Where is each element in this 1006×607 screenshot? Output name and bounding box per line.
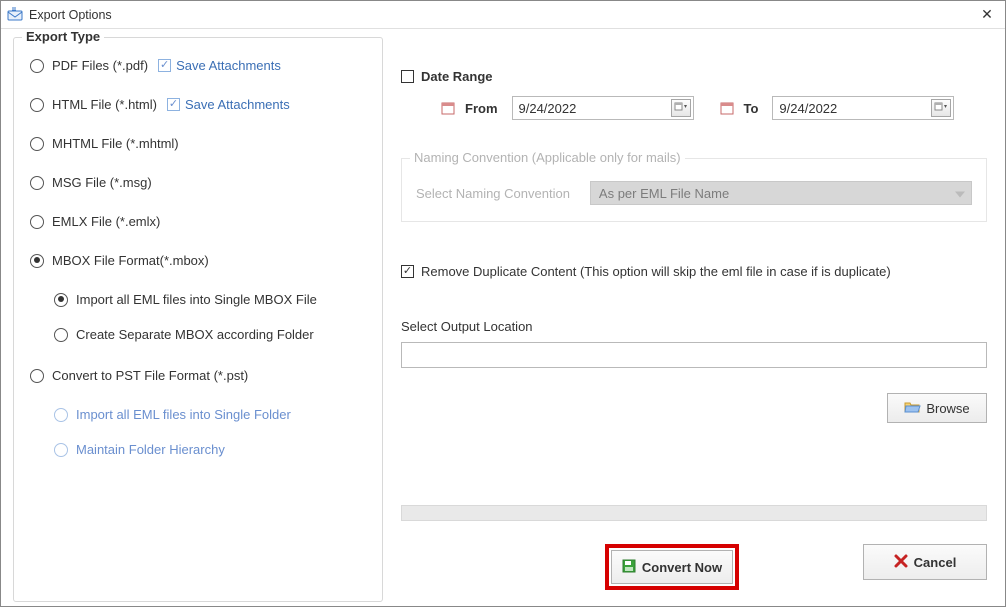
to-date-value: 9/24/2022 <box>779 101 837 116</box>
convert-label: Convert Now <box>642 560 722 575</box>
label: PDF Files (*.pdf) <box>52 58 148 73</box>
export-type-pst[interactable]: Convert to PST File Format (*.pst) <box>30 368 366 383</box>
radio-icon <box>30 137 44 151</box>
checkbox-icon <box>401 70 414 83</box>
remove-duplicate-label: Remove Duplicate Content (This option wi… <box>421 264 891 279</box>
from-date-input[interactable]: 9/24/2022 <box>512 96 694 120</box>
naming-select[interactable]: As per EML File Name <box>590 181 972 205</box>
label: MBOX File Format(*.mbox) <box>52 253 209 268</box>
output-location-input[interactable] <box>401 342 987 368</box>
calendar-icon <box>441 101 455 115</box>
browse-button[interactable]: Browse <box>887 393 987 423</box>
chevron-down-icon <box>955 186 965 201</box>
html-save-attachments[interactable]: ✓ Save Attachments <box>167 97 290 112</box>
label: EMLX File (*.emlx) <box>52 214 160 229</box>
folder-icon <box>904 400 920 417</box>
radio-icon <box>30 176 44 190</box>
label: MHTML File (*.mhtml) <box>52 136 179 151</box>
label: HTML File (*.html) <box>52 97 157 112</box>
radio-icon <box>30 369 44 383</box>
progress-bar <box>401 505 987 521</box>
export-type-mhtml[interactable]: MHTML File (*.mhtml) <box>30 136 366 151</box>
label: MSG File (*.msg) <box>52 175 152 190</box>
app-icon <box>7 7 23 23</box>
export-type-msg[interactable]: MSG File (*.msg) <box>30 175 366 190</box>
checkbox-icon: ✓ <box>167 98 180 111</box>
radio-icon <box>54 293 68 307</box>
radio-icon <box>30 254 44 268</box>
pst-maintain[interactable]: Maintain Folder Hierarchy <box>54 442 366 457</box>
label: Maintain Folder Hierarchy <box>76 442 225 457</box>
cancel-label: Cancel <box>914 555 957 570</box>
radio-icon <box>54 328 68 342</box>
date-range-toggle[interactable]: Date Range <box>401 69 987 84</box>
label: Save Attachments <box>176 58 281 73</box>
dropdown-icon[interactable] <box>931 99 951 117</box>
mbox-single[interactable]: Import all EML files into Single MBOX Fi… <box>54 292 366 307</box>
naming-convention-group: Naming Convention (Applicable only for m… <box>401 158 987 222</box>
close-icon: ✕ <box>981 6 993 23</box>
output-location-label: Select Output Location <box>401 319 987 334</box>
radio-icon <box>30 98 44 112</box>
radio-icon <box>54 408 68 422</box>
pdf-save-attachments[interactable]: ✓ Save Attachments <box>158 58 281 73</box>
to-date-input[interactable]: 9/24/2022 <box>772 96 954 120</box>
radio-icon <box>30 215 44 229</box>
convert-now-button[interactable]: Convert Now <box>611 550 733 584</box>
date-range-label: Date Range <box>421 69 493 84</box>
label: Import all EML files into Single Folder <box>76 407 291 422</box>
export-type-emlx[interactable]: EMLX File (*.emlx) <box>30 214 366 229</box>
window-title: Export Options <box>29 8 112 22</box>
close-button[interactable]: ✕ <box>973 3 1001 25</box>
label: Save Attachments <box>185 97 290 112</box>
calendar-icon <box>720 101 734 115</box>
pst-single[interactable]: Import all EML files into Single Folder <box>54 407 366 422</box>
titlebar: Export Options ✕ <box>1 1 1005 29</box>
save-icon <box>622 559 636 576</box>
from-label: From <box>465 101 498 116</box>
label: Convert to PST File Format (*.pst) <box>52 368 248 383</box>
remove-duplicate-toggle[interactable]: Remove Duplicate Content (This option wi… <box>401 264 987 279</box>
checkbox-icon <box>401 265 414 278</box>
mbox-separate[interactable]: Create Separate MBOX according Folder <box>54 327 366 342</box>
checkbox-icon: ✓ <box>158 59 171 72</box>
naming-value: As per EML File Name <box>599 186 729 201</box>
export-type-group: Export Type PDF Files (*.pdf) ✓ Save Att… <box>13 37 383 602</box>
browse-label: Browse <box>926 401 969 416</box>
export-type-html[interactable]: HTML File (*.html) ✓ Save Attachments <box>30 97 366 112</box>
export-type-mbox[interactable]: MBOX File Format(*.mbox) <box>30 253 366 268</box>
to-label: To <box>744 101 759 116</box>
export-type-pdf[interactable]: PDF Files (*.pdf) ✓ Save Attachments <box>30 58 366 73</box>
naming-label: Select Naming Convention <box>416 186 570 201</box>
cancel-icon <box>894 554 908 571</box>
export-type-legend: Export Type <box>22 29 104 44</box>
from-date-value: 9/24/2022 <box>519 101 577 116</box>
dropdown-icon[interactable] <box>671 99 691 117</box>
convert-highlight: Convert Now <box>605 544 739 590</box>
radio-icon <box>30 59 44 73</box>
label: Create Separate MBOX according Folder <box>76 327 314 342</box>
naming-legend: Naming Convention (Applicable only for m… <box>410 150 685 165</box>
radio-icon <box>54 443 68 457</box>
cancel-button[interactable]: Cancel <box>863 544 987 580</box>
label: Import all EML files into Single MBOX Fi… <box>76 292 317 307</box>
